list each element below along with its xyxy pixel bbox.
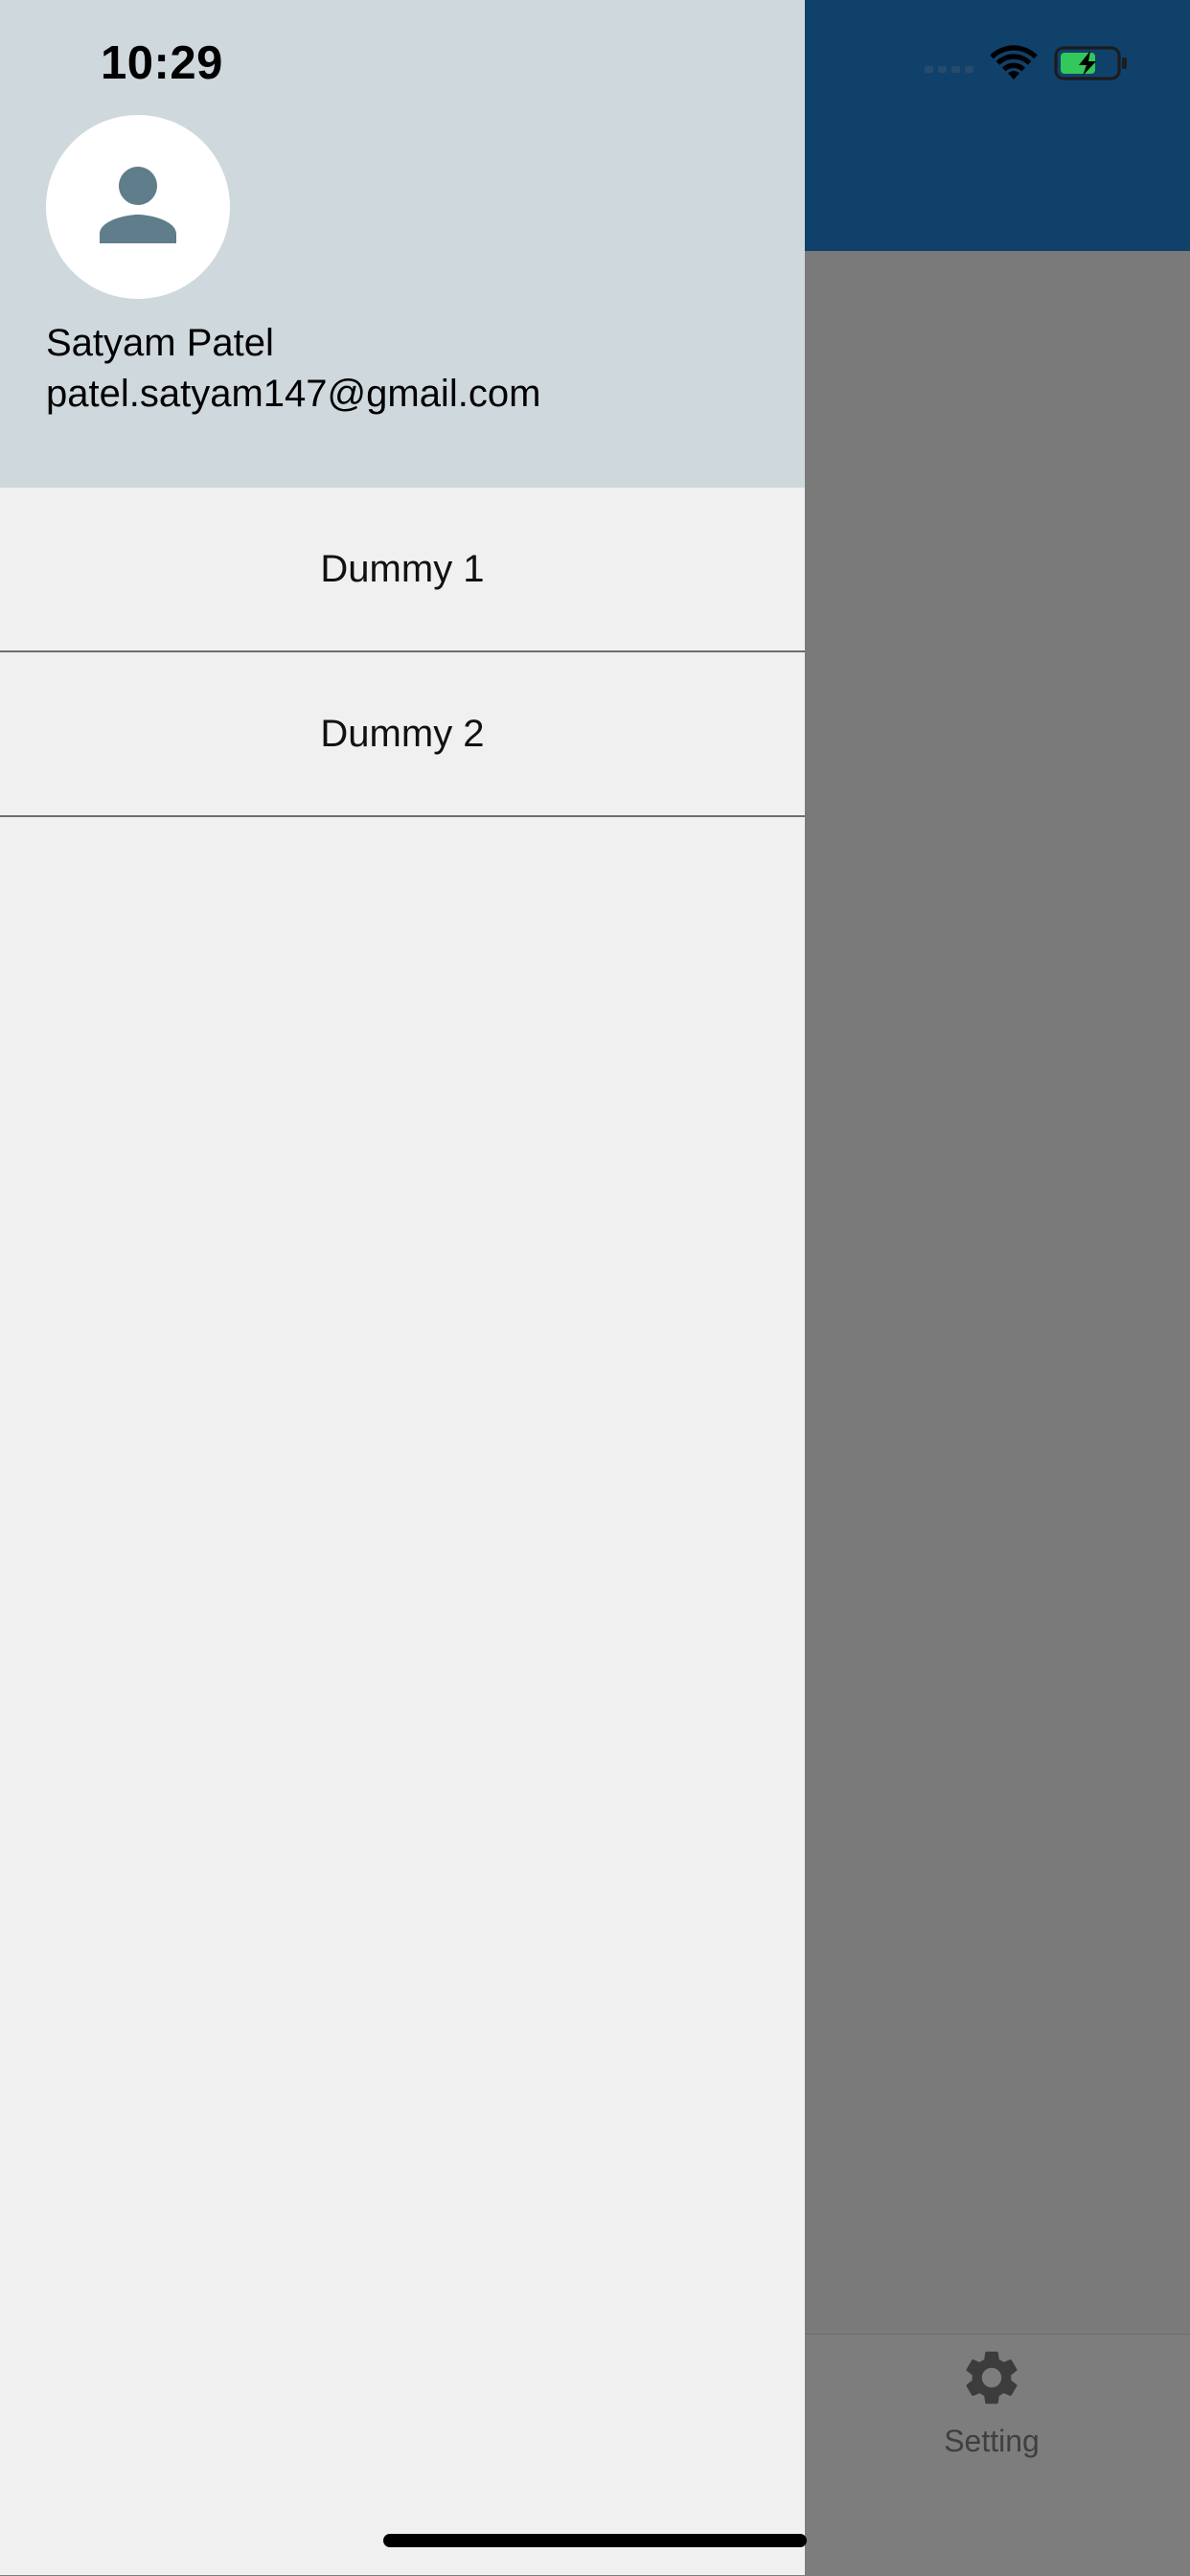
tab-setting-label: Setting xyxy=(944,2424,1040,2458)
battery-charging-icon xyxy=(1054,44,1131,82)
navigation-drawer: Satyam Patel patel.satyam147@gmail.com D… xyxy=(0,0,805,2575)
tab-setting[interactable]: Setting xyxy=(915,2345,1068,2459)
user-name: Satyam Patel xyxy=(46,322,274,364)
user-email: patel.satyam147@gmail.com xyxy=(46,373,541,415)
person-icon xyxy=(80,148,195,267)
drawer-item-dummy-2[interactable]: Dummy 2 xyxy=(0,652,805,817)
wifi-icon xyxy=(989,44,1039,82)
status-icons xyxy=(925,38,1131,88)
gear-icon xyxy=(915,2345,1068,2410)
home-indicator xyxy=(383,2534,807,2547)
drawer-item-label: Dummy 2 xyxy=(320,712,485,755)
drawer-item-dummy-1[interactable]: Dummy 1 xyxy=(0,488,805,652)
drawer-item-label: Dummy 1 xyxy=(320,547,485,590)
avatar[interactable] xyxy=(46,115,230,299)
status-time: 10:29 xyxy=(101,37,223,89)
signal-icon xyxy=(925,54,973,73)
